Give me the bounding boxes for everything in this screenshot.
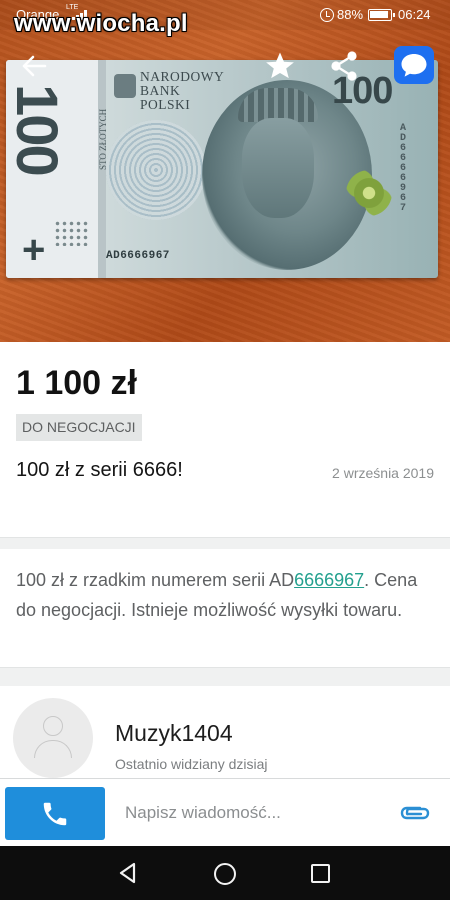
call-button[interactable] — [5, 787, 105, 840]
banknote-value-vertical: 100 — [6, 84, 69, 175]
banknote-side-text: STO ZŁOTYCH — [98, 108, 108, 170]
nav-back-icon[interactable] — [116, 861, 140, 885]
share-icon — [331, 51, 357, 81]
chat-button[interactable] — [394, 46, 434, 84]
banknote-issuer-line: BANK — [140, 83, 181, 98]
battery-percent: 88% — [337, 7, 364, 22]
banknote-serial: AD6666967 — [106, 250, 170, 262]
battery-icon — [368, 9, 395, 21]
eagle-emblem-icon — [114, 74, 136, 98]
listing-photo[interactable]: 100 + NARODOWY BANK POLSKI STO ZŁOTYCH A… — [0, 0, 450, 342]
share-button[interactable] — [324, 46, 364, 86]
system-nav-bar — [0, 846, 450, 900]
nav-home-icon[interactable] — [214, 863, 236, 885]
back-button[interactable] — [14, 46, 54, 86]
banknote-hologram — [346, 170, 392, 216]
paperclip-icon — [400, 806, 430, 820]
favorite-button[interactable] — [260, 46, 300, 86]
portrait-face — [242, 118, 314, 218]
phone-number-link[interactable]: 6666967 — [294, 570, 364, 590]
alarm-icon — [320, 8, 334, 22]
seller-last-seen: Ostatnio widziany dzisiaj — [115, 756, 268, 772]
user-head-icon — [43, 716, 63, 736]
description-text: 100 zł z rzadkim numerem serii AD — [16, 570, 295, 590]
banknote-image: 100 + NARODOWY BANK POLSKI STO ZŁOTYCH A… — [6, 60, 438, 278]
attach-button[interactable] — [398, 801, 432, 825]
listing-date: 2 września 2019 — [332, 465, 434, 481]
nav-recents-icon[interactable] — [311, 864, 330, 883]
listing-title: 100 zł z serii 6666! — [16, 459, 183, 481]
negotiable-badge: DO NEGOCJACJI — [16, 414, 142, 441]
banknote-issuer-line: NARODOWY — [140, 69, 225, 84]
avatar[interactable] — [13, 698, 93, 778]
banknote-plus-mark: + — [22, 228, 46, 272]
section-divider — [0, 537, 450, 549]
message-bar — [0, 778, 450, 846]
banknote-dots — [54, 220, 90, 246]
listing-description: 100 zł z rzadkim numerem serii AD6666967… — [16, 565, 436, 625]
seller-name[interactable]: Muzyk1404 — [115, 720, 233, 747]
portrait-crown — [238, 88, 318, 122]
star-icon — [266, 52, 294, 79]
user-body-icon — [34, 740, 72, 758]
price: 1 100 zł — [16, 364, 137, 402]
banknote-rosette — [106, 120, 206, 220]
clock: 06:24 — [398, 7, 431, 22]
message-input[interactable] — [118, 795, 388, 831]
watermark: www.wiocha.pl — [14, 10, 188, 37]
banknote-serial-vertical: AD6666967 — [400, 123, 407, 214]
banknote-issuer-line: POLSKI — [140, 97, 191, 112]
phone-icon — [43, 802, 67, 825]
banknote-issuer: NARODOWY BANK POLSKI — [140, 70, 224, 112]
chat-bubble-icon — [401, 54, 427, 77]
section-divider — [0, 667, 450, 686]
back-arrow-icon — [22, 55, 47, 77]
